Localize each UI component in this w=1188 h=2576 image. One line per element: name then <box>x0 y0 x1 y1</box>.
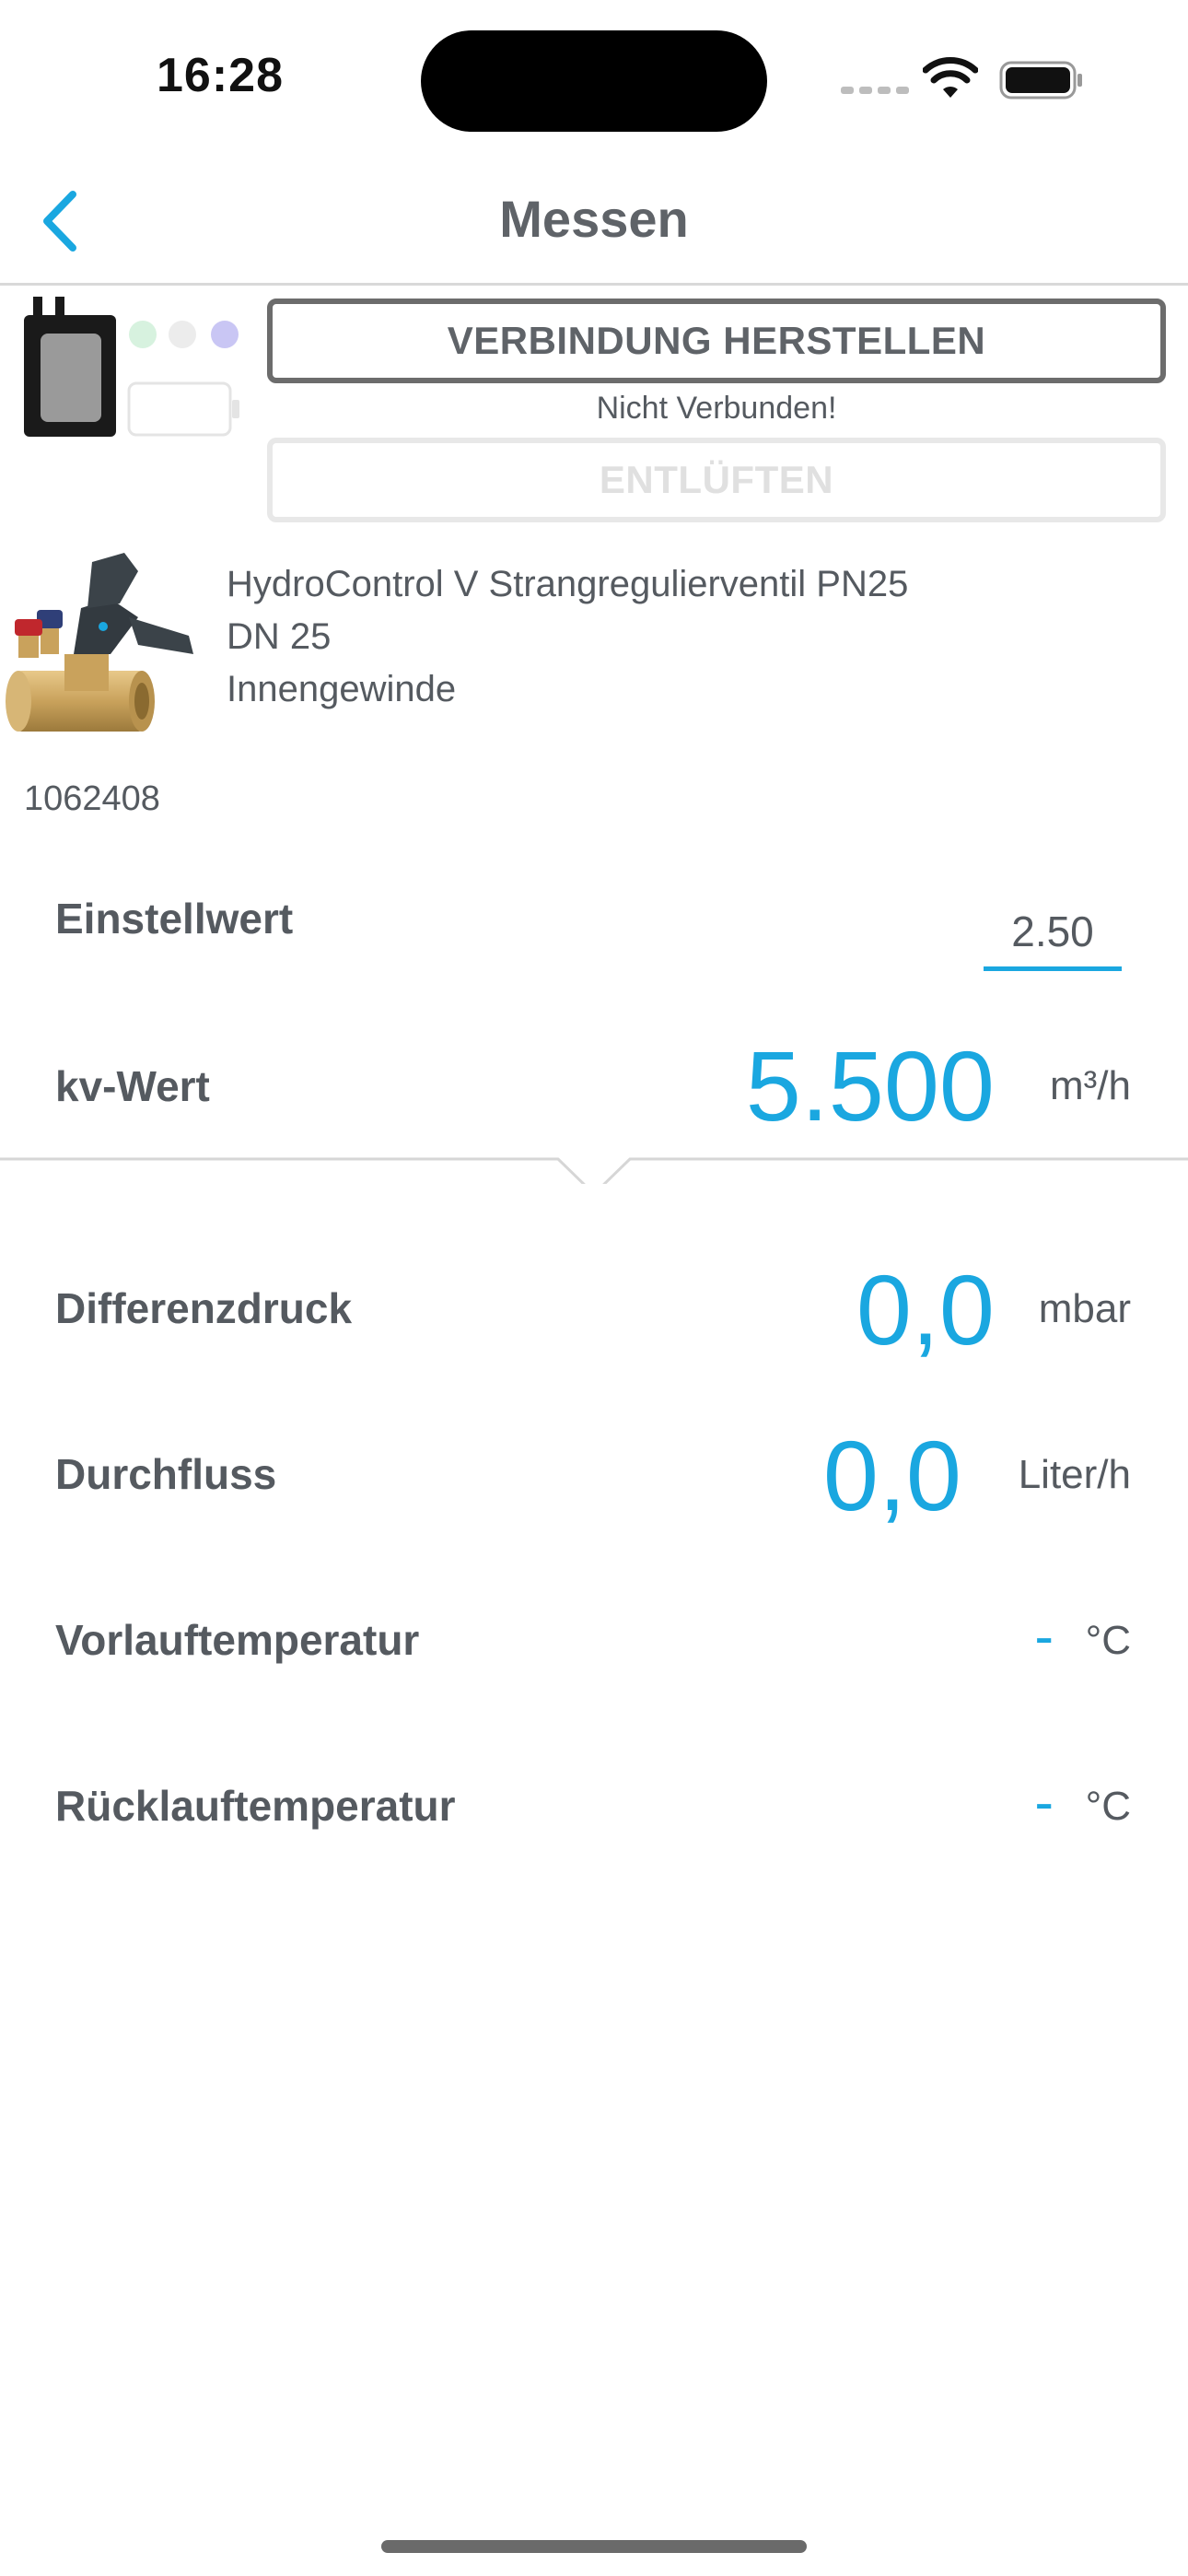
vorlauftemperatur-value: - <box>1034 1605 1054 1669</box>
durchfluss-label: Durchfluss <box>55 1450 277 1498</box>
differenzdruck-label: Differenzdruck <box>55 1284 353 1332</box>
measuring-device-icon <box>24 297 116 437</box>
vorlauftemperatur-unit: °C <box>1085 1618 1131 1663</box>
differenzdruck-value: 0,0 <box>856 1254 995 1365</box>
product-size: DN 25 <box>227 616 332 657</box>
einstellwert-input[interactable] <box>984 888 1122 971</box>
status-time: 16:28 <box>157 49 284 102</box>
kv-unit: m³/h <box>1050 1063 1131 1108</box>
durchfluss-value: 0,0 <box>822 1420 961 1531</box>
home-indicator[interactable] <box>381 2540 807 2553</box>
section-divider <box>0 1157 1188 1184</box>
ruecklauftemperatur-value: - <box>1034 1771 1054 1834</box>
status-led-grey <box>169 321 196 348</box>
differenzdruck-unit: mbar <box>1038 1286 1131 1331</box>
ruecklauftemperatur-unit: °C <box>1085 1784 1131 1829</box>
battery-icon <box>999 61 1082 100</box>
status-led-purple <box>211 321 239 348</box>
ruecklauftemperatur-label: Rücklauftemperatur <box>55 1782 456 1830</box>
product-thread: Innengewinde <box>227 669 457 709</box>
valve-product-image <box>6 553 193 732</box>
nav-divider <box>0 283 1188 286</box>
cellular-signal-icon <box>841 87 909 94</box>
connect-button[interactable]: VERBINDUNG HERSTELLEN <box>267 299 1166 383</box>
einstellwert-label: Einstellwert <box>55 895 294 943</box>
durchfluss-unit: Liter/h <box>1018 1452 1131 1497</box>
product-number: 1062408 <box>24 779 160 818</box>
vorlauftemperatur-label: Vorlauftemperatur <box>55 1616 420 1664</box>
kv-label: kv-Wert <box>55 1062 210 1110</box>
device-battery-icon <box>127 381 239 437</box>
page-title: Messen <box>499 190 689 248</box>
product-name: HydroControl V Strangregulierventil PN25 <box>227 564 909 604</box>
product-info: HydroControl V Strangregulierventil PN25… <box>227 558 908 716</box>
connection-status: Nicht Verbunden! <box>596 391 837 426</box>
kv-value: 5.500 <box>745 1030 995 1142</box>
vent-button[interactable]: ENTLÜFTEN <box>267 438 1166 522</box>
wifi-icon <box>923 57 978 98</box>
dynamic-island <box>421 30 767 132</box>
status-led-green <box>129 321 157 348</box>
